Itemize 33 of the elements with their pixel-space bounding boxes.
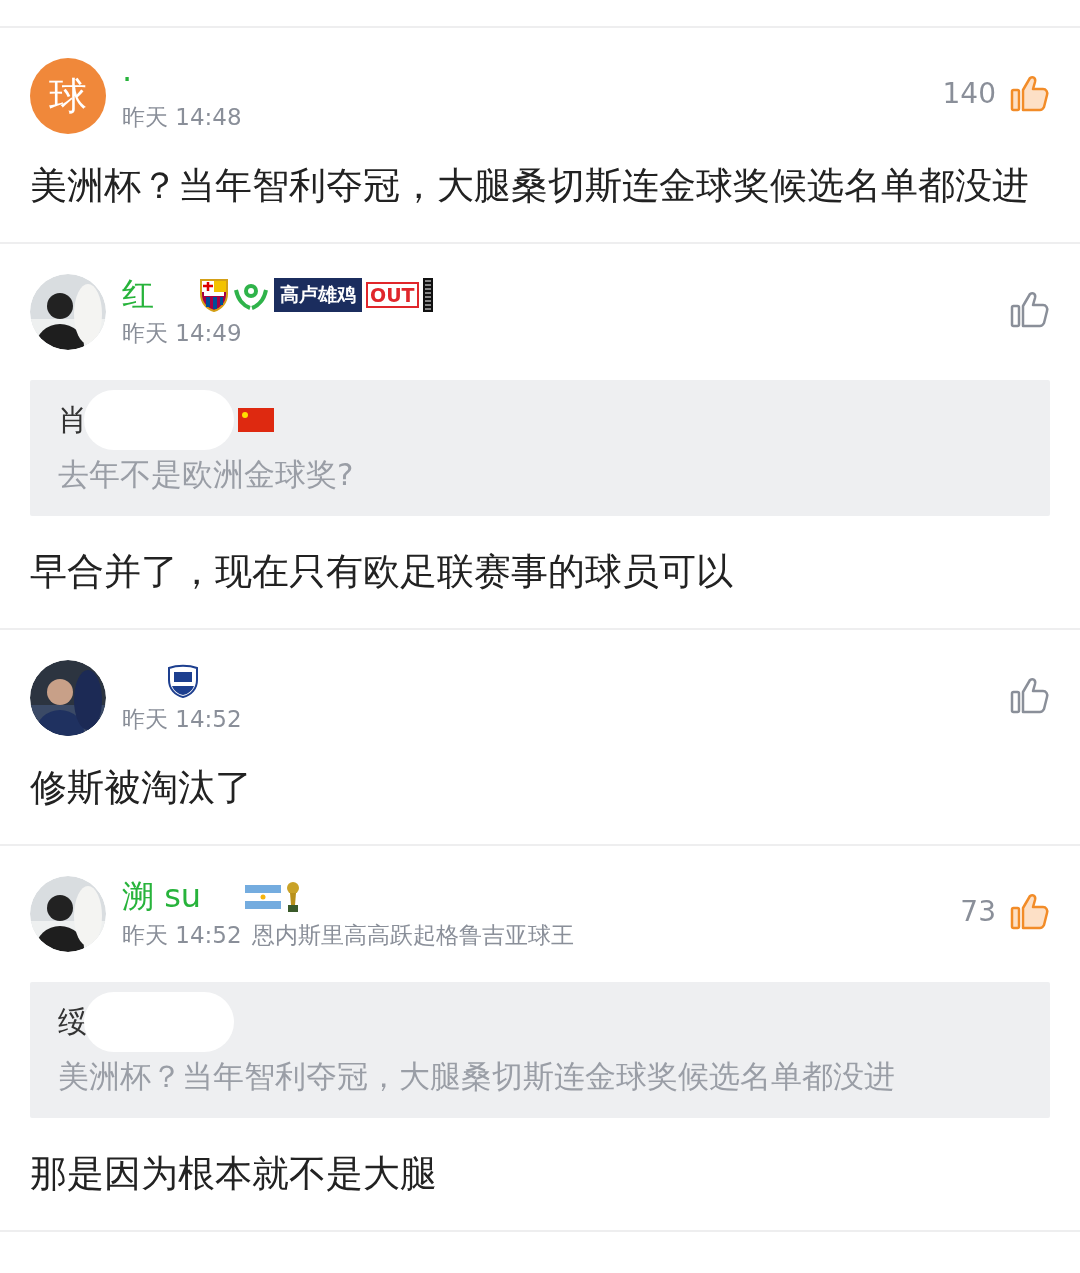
crest-icon <box>198 277 230 312</box>
user-name[interactable]: 红 <box>122 272 154 317</box>
avatar[interactable]: 球 <box>30 58 106 134</box>
quoted-comment[interactable]: 绥 美洲杯？当年智利夺冠，大腿桑切斯连金球奖候选名单都没进 <box>30 982 1050 1118</box>
flag-icon <box>245 884 282 909</box>
like-count: 73 <box>960 894 996 928</box>
quoted-text: 去年不是欧洲金球奖? <box>58 455 355 494</box>
comment-text: 美洲杯？当年智利夺冠，大腿桑切斯连金球奖候选名单都没进 <box>30 163 1030 209</box>
comment-time: 昨天 14:49 <box>122 318 242 348</box>
thumbs-up-icon[interactable] <box>1010 73 1050 113</box>
trophy-icon <box>285 879 302 914</box>
quoted-comment[interactable]: 肖 去年不是欧洲金球奖? <box>30 380 1050 516</box>
comment-text: 那是因为根本就不是大腿 <box>30 1151 438 1197</box>
stamp-badge: OUT <box>366 281 419 308</box>
quoted-user-name: 肖 <box>58 400 88 439</box>
comment-text: 修斯被淘汰了 <box>30 765 253 811</box>
user-source: 恩内斯里高高跃起格鲁吉亚球王 <box>251 920 574 950</box>
team-badge: 高卢雄鸡 <box>274 277 362 312</box>
like-count: 140 <box>942 76 996 110</box>
thumbs-up-icon[interactable] <box>1010 289 1050 329</box>
zigzag-icon <box>422 277 433 312</box>
comment-text: 早合并了，现在只有欧足联赛事的球员可以 <box>30 549 734 595</box>
flag-icon <box>238 408 274 432</box>
thumbs-up-icon[interactable] <box>1010 891 1050 931</box>
user-name[interactable]: · <box>122 59 133 98</box>
thumbs-up-icon[interactable] <box>1010 675 1050 715</box>
quoted-user-name: 绥 <box>58 1002 88 1041</box>
quoted-text: 美洲杯？当年智利夺冠，大腿桑切斯连金球奖候选名单都没进 <box>58 1057 896 1096</box>
comment-time: 昨天 14:52 <box>122 920 242 950</box>
user-name[interactable]: 溯 su <box>122 874 202 919</box>
shield-icon <box>166 663 200 698</box>
comment-time: 昨天 14:48 <box>122 102 242 132</box>
comment-time: 昨天 14:52 <box>122 704 242 734</box>
